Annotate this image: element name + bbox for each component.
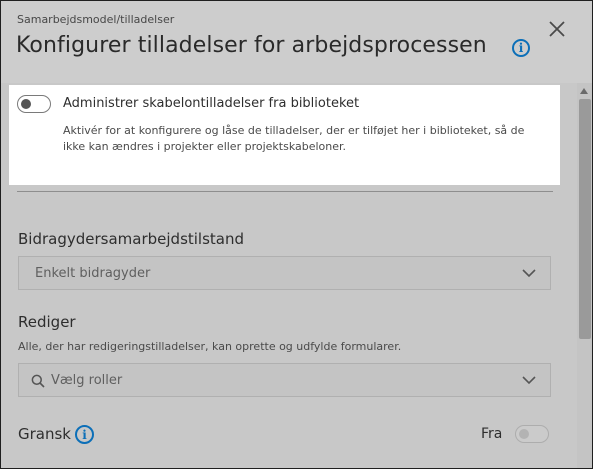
info-icon[interactable]: i [75, 425, 94, 444]
toggle-knob [21, 99, 31, 109]
edit-helper-text: Alle, der har redigeringstilladelser, ka… [18, 340, 402, 353]
review-toggle-state: Fra [481, 426, 503, 442]
breadcrumb: Samarbejdsmodel/tilladelser [17, 13, 175, 26]
scroll-up-arrow-icon[interactable] [580, 88, 588, 94]
library-permissions-toggle[interactable] [17, 95, 51, 113]
chevron-down-icon [522, 376, 536, 385]
edit-roles-placeholder: Vælg roller [51, 373, 123, 388]
info-icon[interactable]: i [512, 39, 530, 57]
library-toggle-label: Administrer skabelontilladelser fra bibl… [63, 96, 360, 111]
section-divider [17, 191, 553, 192]
contributor-mode-label: Bidragydersamarbejdstilstand [18, 230, 245, 248]
permissions-dialog: Samarbejdsmodel/tilladelser Konfigurer t… [0, 0, 593, 469]
library-toggle-description: Aktivér for at konfigurere og låse de ti… [63, 124, 525, 153]
dialog-title: Konfigurer tilladelser for arbejdsproces… [16, 33, 487, 58]
scrollbar-thumb[interactable] [579, 99, 591, 339]
contributor-mode-select[interactable]: Enkelt bidragyder [18, 256, 551, 290]
search-icon [31, 374, 45, 388]
contributor-mode-value: Enkelt bidragyder [35, 266, 151, 281]
dialog-header: Samarbejdsmodel/tilladelser Konfigurer t… [1, 1, 592, 83]
edit-label: Rediger [18, 313, 76, 331]
review-label: Gransk [18, 425, 71, 443]
chevron-down-icon [522, 269, 536, 278]
review-toggle[interactable] [515, 425, 549, 443]
close-icon[interactable] [546, 18, 568, 40]
edit-roles-select[interactable]: Vælg roller [18, 363, 551, 397]
toggle-knob [519, 429, 529, 439]
